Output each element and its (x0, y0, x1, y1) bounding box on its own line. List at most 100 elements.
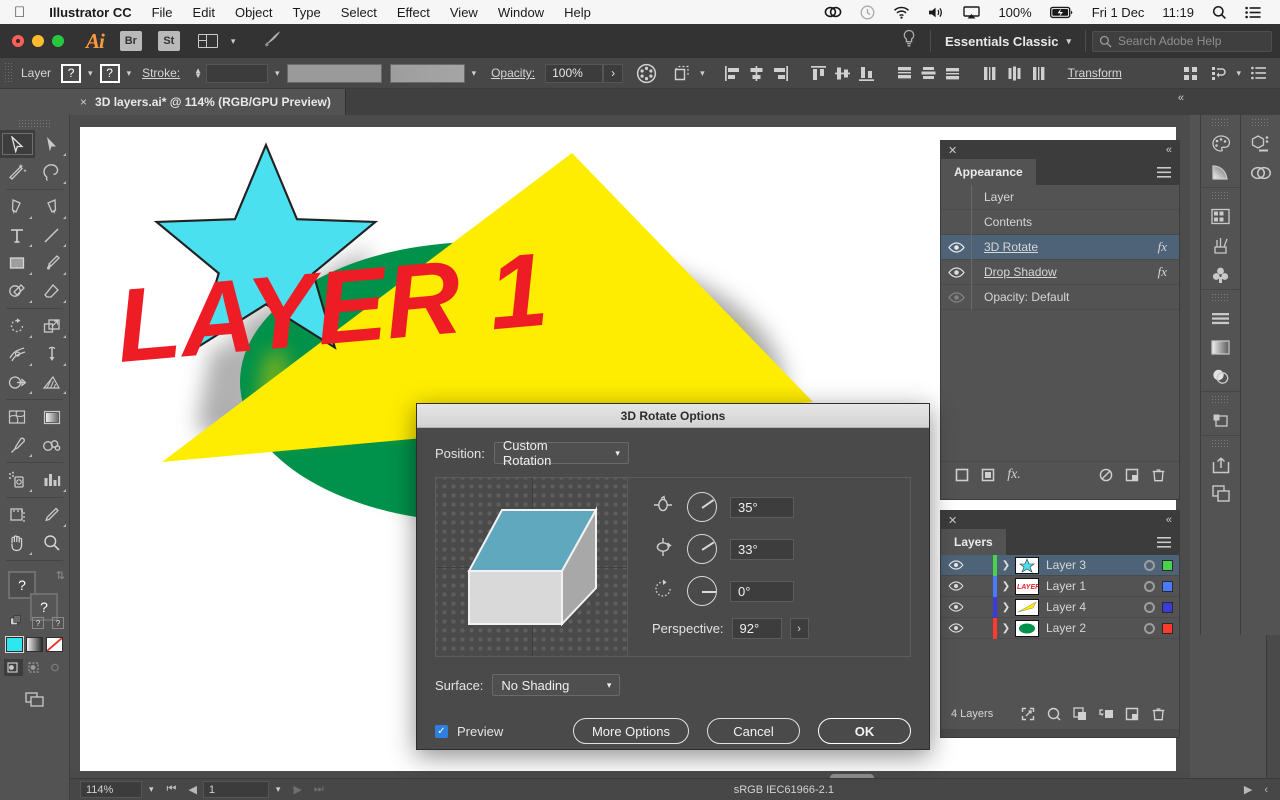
next-artboard-button[interactable]: ▶ (287, 783, 307, 796)
adobe-tips-icon[interactable] (902, 29, 930, 54)
align-right-icon[interactable] (770, 62, 792, 84)
control-bar-menu-icon[interactable] (1248, 62, 1270, 84)
brushes-panel-icon[interactable] (1201, 231, 1240, 260)
transparency-panel-icon[interactable] (1201, 362, 1240, 391)
workspace-switcher[interactable]: Essentials Classic ▾ (931, 34, 1085, 49)
align-bottom-icon[interactable] (856, 62, 878, 84)
shape-builder-tool[interactable] (0, 368, 35, 396)
fx-icon[interactable]: fx (1158, 264, 1179, 280)
shape-style-icon[interactable] (671, 62, 693, 84)
fill-color-button[interactable]: ? (61, 63, 82, 83)
tools-panel-grip[interactable] (18, 119, 51, 127)
symbols-panel-icon[interactable] (1201, 260, 1240, 289)
reshape-icon[interactable] (1207, 62, 1229, 84)
close-icon[interactable]: × (80, 95, 87, 109)
tab-layers[interactable]: Layers (941, 529, 1006, 555)
opacity-label[interactable]: Opacity: (483, 66, 545, 80)
appearance-item-label[interactable]: Opacity: Default (972, 290, 1179, 304)
zoom-level-input[interactable]: 114% (80, 781, 142, 798)
artboard-number-input[interactable]: 1 (202, 781, 269, 798)
locate-object-icon[interactable] (1017, 703, 1039, 725)
menu-window[interactable]: Window (488, 5, 554, 20)
collapse-icon[interactable]: « (1166, 514, 1172, 526)
swatches-panel-icon[interactable] (1201, 202, 1240, 231)
appearance-row-contents[interactable]: Contents (941, 209, 1179, 235)
appearance-row-3d-rotate[interactable]: 3D Rotate fx (941, 234, 1179, 260)
add-new-stroke-icon[interactable] (951, 464, 973, 486)
chevron-down-icon[interactable]: ▾ (120, 68, 139, 79)
distribute-right-icon[interactable] (1028, 62, 1050, 84)
align-top-icon[interactable] (808, 62, 830, 84)
eraser-tool[interactable] (35, 277, 70, 305)
menu-help[interactable]: Help (554, 5, 601, 20)
panel-collapse-icon[interactable]: « (1178, 92, 1184, 104)
last-artboard-button[interactable]: ⏭ (308, 783, 330, 796)
type-tool[interactable] (0, 221, 35, 249)
menu-select[interactable]: Select (331, 5, 387, 20)
distribute-center-h-icon[interactable] (1004, 62, 1026, 84)
spotlight-search-icon[interactable] (1203, 5, 1236, 20)
clear-appearance-icon[interactable] (1095, 464, 1117, 486)
appearance-row-opacity[interactable]: Opacity: Default (941, 284, 1179, 310)
menu-file[interactable]: File (142, 5, 183, 20)
align-left-icon[interactable] (722, 62, 744, 84)
selection-tool[interactable] (0, 130, 35, 158)
more-options-button[interactable]: More Options (572, 718, 689, 744)
delete-item-icon[interactable] (1147, 464, 1169, 486)
3d-rotate-options-dialog[interactable]: 3D Rotate Options Position: Custom Rotat… (416, 403, 930, 750)
align-middle-icon[interactable] (832, 62, 854, 84)
paintbrush-tool[interactable] (35, 249, 70, 277)
make-clipping-mask-icon[interactable] (1043, 703, 1065, 725)
close-icon[interactable]: ✕ (948, 144, 957, 157)
creative-cloud-icon[interactable] (1241, 158, 1280, 187)
menu-effect[interactable]: Effect (387, 5, 440, 20)
layers-panel-resize-grip[interactable] (941, 729, 1179, 737)
distribute-bottom-icon[interactable] (942, 62, 964, 84)
slice-tool[interactable] (35, 501, 70, 529)
add-effect-icon[interactable]: fx. (1003, 464, 1025, 486)
collapse-icon[interactable]: « (1166, 144, 1172, 156)
layer-row-4[interactable]: ❯ Layer 4 (941, 596, 1179, 618)
lasso-tool[interactable] (35, 158, 70, 186)
appearance-item-label[interactable]: 3D Rotate (972, 240, 1158, 254)
chevron-down-icon[interactable]: ▾ (465, 68, 484, 79)
create-sublayer-icon[interactable] (1069, 703, 1091, 725)
apple-logo-icon[interactable]:  (14, 5, 25, 20)
stroke-weight-input[interactable] (206, 63, 269, 83)
align-center-h-icon[interactable] (746, 62, 768, 84)
draw-normal-icon[interactable] (4, 659, 23, 676)
release-to-layers-icon[interactable] (1095, 703, 1117, 725)
position-select[interactable]: Custom Rotation ▾ (493, 438, 629, 468)
dock-grip[interactable] (1251, 118, 1270, 126)
chevron-down-icon[interactable]: ▾ (269, 784, 288, 795)
stock-button[interactable]: St (157, 31, 180, 51)
previous-artboard-button[interactable]: ◀ (182, 783, 202, 796)
layer-target-indicator[interactable] (1144, 559, 1155, 571)
duplicate-item-icon[interactable] (1121, 464, 1143, 486)
scale-tool[interactable] (35, 312, 70, 340)
wifi-icon[interactable] (884, 6, 919, 19)
layer-visibility-toggle[interactable] (941, 623, 971, 633)
perspective-options-button[interactable]: › (789, 618, 809, 639)
layer-target-indicator[interactable] (1144, 580, 1155, 592)
layer-row-2[interactable]: ❯ Layer 2 (941, 617, 1179, 639)
distribute-top-icon[interactable] (894, 62, 916, 84)
layer-row-3[interactable]: ❯ Layer 3 (941, 554, 1179, 576)
stroke-color-button[interactable]: ? (99, 63, 120, 83)
cube-preview[interactable] (436, 478, 628, 656)
rectangle-tool[interactable] (0, 249, 35, 277)
notification-center-icon[interactable] (1236, 6, 1270, 19)
layer-target-indicator[interactable] (1144, 622, 1155, 634)
status-menu-button[interactable]: ▶ (1238, 783, 1258, 796)
menu-type[interactable]: Type (283, 5, 331, 20)
close-window-button[interactable] (12, 35, 24, 47)
bridge-button[interactable]: Br (119, 31, 142, 51)
rotate-y-dial[interactable] (687, 534, 717, 564)
artboard-tool[interactable] (0, 501, 35, 529)
direct-selection-tool[interactable] (35, 130, 70, 158)
mesh-tool[interactable] (0, 403, 35, 431)
distribute-left-icon[interactable] (980, 62, 1002, 84)
preview-checkbox[interactable]: ✓ (435, 724, 448, 738)
layer-selection-indicator[interactable] (1162, 601, 1173, 613)
time-machine-icon[interactable] (851, 5, 884, 20)
